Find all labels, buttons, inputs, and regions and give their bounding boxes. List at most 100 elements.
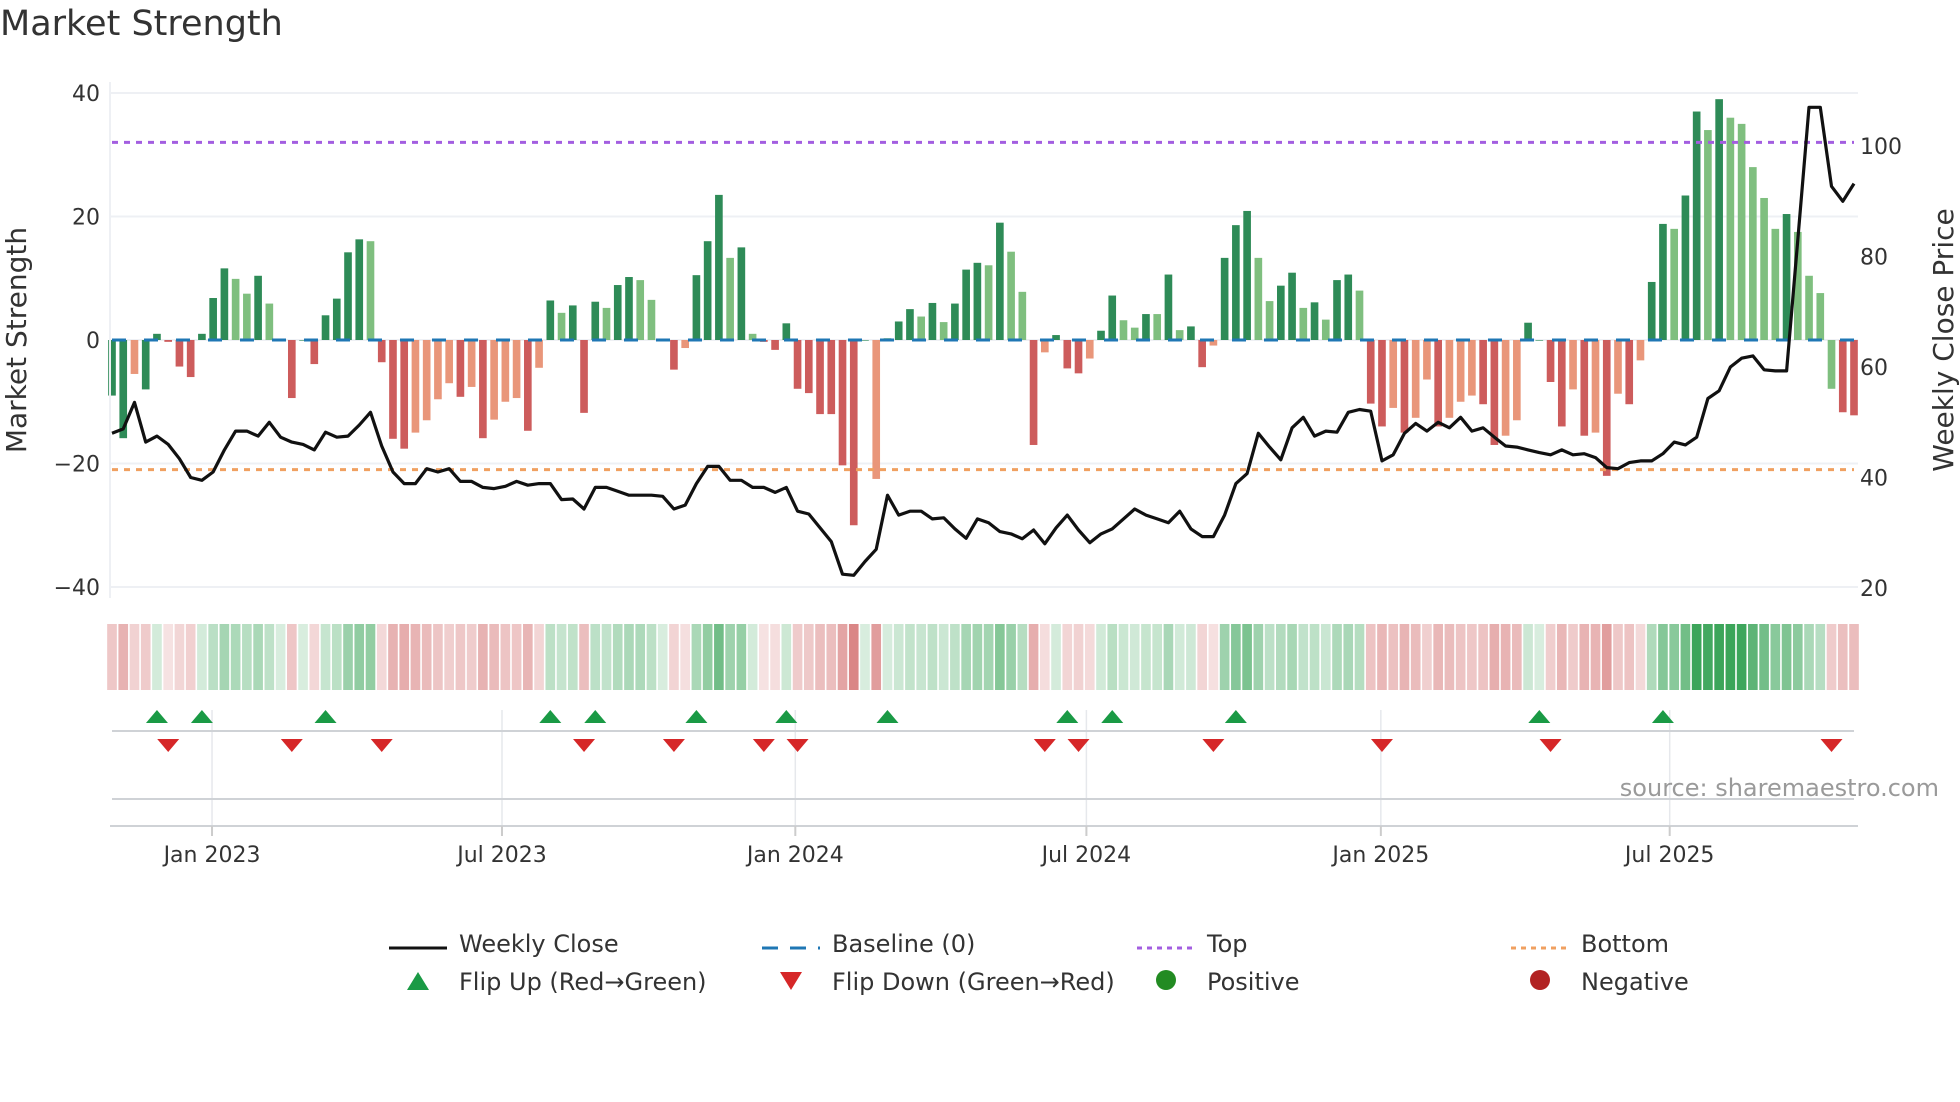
heatmap-cell (1051, 624, 1061, 690)
heatmap-cell (579, 624, 589, 690)
strength-bar (389, 340, 397, 439)
strength-bar (1749, 167, 1757, 340)
heatmap-cell (118, 624, 129, 690)
y-tick-label: −40 (54, 576, 100, 601)
heatmap-cell (1703, 624, 1713, 690)
legend-negative: Negative (1511, 968, 1689, 997)
strength-bar (1805, 275, 1813, 340)
heatmap-cell (1073, 624, 1084, 690)
strength-bar (568, 305, 577, 340)
heatmap-cell (287, 624, 297, 690)
strength-bar (287, 340, 296, 399)
strength-bar (1063, 340, 1072, 369)
heatmap-cell (1556, 624, 1567, 690)
heatmap-cell (1422, 624, 1432, 690)
strength-bar (1715, 99, 1723, 340)
heatmap-cell (478, 624, 488, 690)
strength-bar (164, 340, 173, 342)
heatmap-cell (950, 624, 960, 690)
heatmap-cell (1006, 624, 1016, 690)
strength-bar (917, 316, 926, 340)
strength-bar (973, 262, 982, 340)
heatmap-cell (1815, 624, 1826, 690)
flip-down-marker (1539, 739, 1562, 752)
heatmap-cell (1837, 624, 1848, 690)
heatmap-cell (545, 624, 556, 690)
strength-bar (524, 340, 532, 431)
strength-bar (1445, 340, 1454, 418)
heatmap-cell (1512, 624, 1522, 690)
flip-up-marker (314, 710, 337, 723)
strength-bar (456, 340, 465, 397)
heatmap-cell (185, 624, 196, 690)
strength-bar (175, 340, 184, 367)
heatmap-cell (1107, 624, 1118, 690)
strength-bar (1726, 117, 1735, 340)
strength-bar (1310, 302, 1319, 340)
strength-bar (1569, 340, 1577, 390)
strength-bar (220, 268, 229, 340)
flip-up-marker (145, 710, 168, 723)
strength-bar (1760, 197, 1768, 340)
heatmap-cell (1028, 624, 1039, 690)
strength-bar (670, 340, 678, 370)
heatmap-cell (433, 624, 443, 690)
strength-bar (198, 333, 206, 340)
y-tick-label: 0 (86, 329, 100, 354)
heatmap-cell (1680, 624, 1691, 690)
heatmap-cell (905, 624, 915, 690)
dotted-swatch-icon (1137, 931, 1195, 959)
heatmap-cell (1489, 624, 1500, 690)
flip-down-marker (1202, 739, 1225, 752)
legend-bottom: Bottom (1511, 930, 1669, 959)
strength-bar (984, 265, 993, 340)
y2-axis-label: Weekly Close Price (1927, 208, 1960, 471)
strength-bar (1254, 257, 1263, 340)
strength-bar (951, 303, 959, 340)
heatmap-cell (1208, 624, 1219, 690)
heatmap-cell (1804, 624, 1814, 690)
strength-bar (422, 340, 431, 421)
heatmap-cell (1332, 624, 1342, 690)
heatmap-cell (1467, 624, 1477, 690)
x-tick-label: Jul 2025 (1623, 843, 1715, 868)
legend-flip-down: Flip Down (Green→Red) (762, 968, 1115, 997)
flip-up-marker (876, 710, 899, 723)
strength-bar (1018, 291, 1027, 340)
heatmap-cell (1669, 624, 1679, 690)
strength-bar (1040, 340, 1049, 353)
strength-bar (231, 278, 240, 340)
heatmap-cell (1781, 624, 1792, 690)
strength-bar (1513, 340, 1521, 421)
strength-bar (737, 247, 746, 340)
strength-bar (1321, 319, 1330, 340)
legend-label: Flip Down (Green→Red) (832, 968, 1115, 996)
strength-bar (726, 257, 734, 340)
y-tick-label: 40 (72, 82, 100, 107)
strength-bar (141, 340, 150, 390)
strength-bar (1299, 307, 1308, 340)
strength-bar (996, 222, 1004, 340)
flip-down-marker (1820, 739, 1843, 752)
strength-bar (625, 277, 633, 340)
legend-label: Baseline (0) (832, 930, 976, 958)
strength-bar (692, 275, 701, 340)
strength-bar (894, 321, 903, 340)
strength-bar (636, 280, 645, 340)
heatmap-cell (1096, 624, 1106, 690)
strength-bar (1602, 340, 1611, 476)
strength-bar (1029, 340, 1038, 445)
strength-bar (1220, 257, 1229, 340)
x-tick-label: Jan 2024 (745, 843, 844, 868)
heatmap-cell (736, 624, 747, 690)
flip-up-marker (1528, 710, 1551, 723)
heatmap-cell (1309, 624, 1320, 690)
heatmap-cell (680, 624, 690, 690)
strength-bar (1153, 314, 1162, 340)
heatmap-cell (1287, 624, 1297, 690)
strength-bar (838, 340, 847, 466)
strength-bar (557, 312, 566, 340)
heatmap-cell (983, 624, 994, 690)
axes: 40 20 0 −20 −40 100 80 60 40 20 Jan 2023 Jul 2023 Ja… (54, 82, 1902, 868)
heatmap-cell (1343, 624, 1354, 690)
